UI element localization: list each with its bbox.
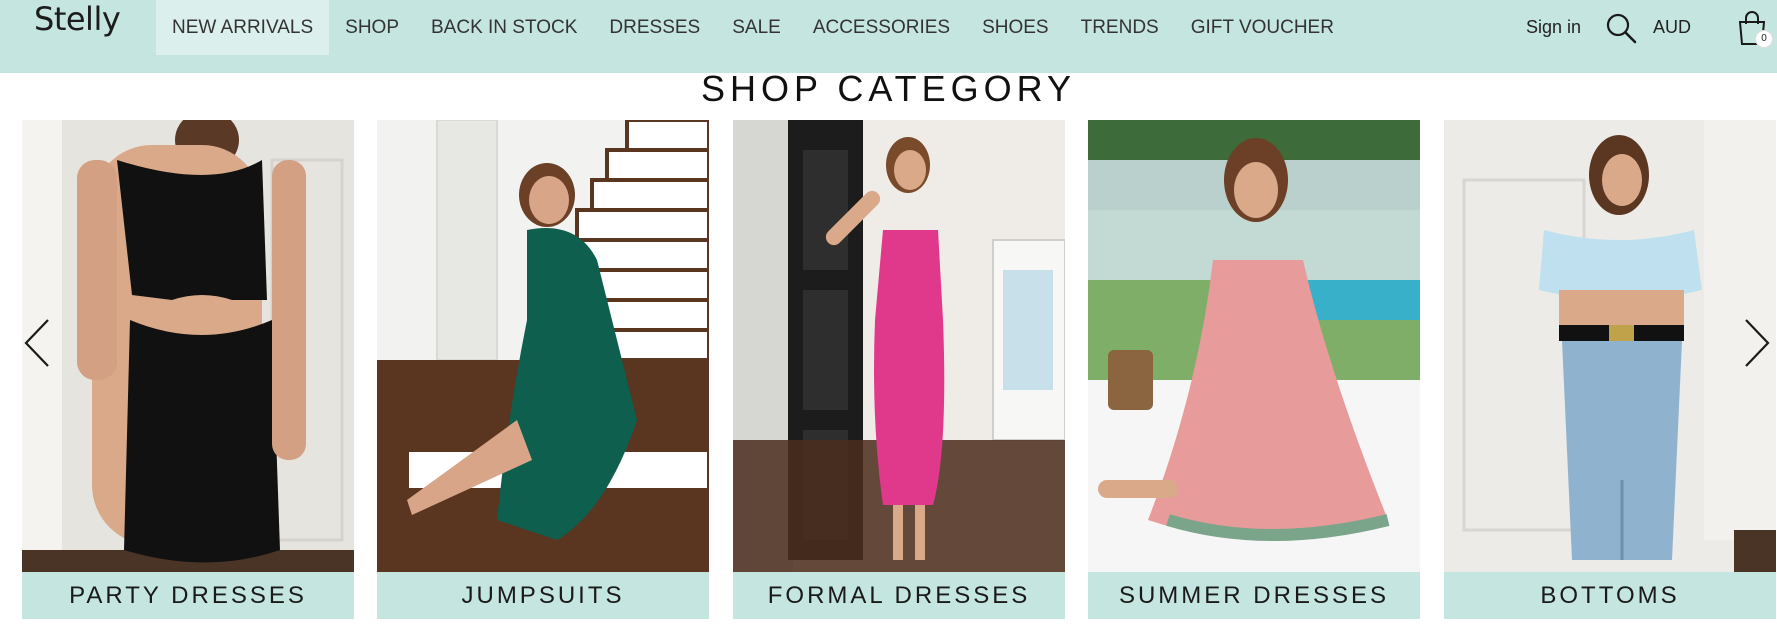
nav-item-gift-voucher[interactable]: GIFT VOUCHER (1175, 0, 1350, 55)
carousel-next-button[interactable] (1742, 318, 1772, 368)
site-header: Stelly NEW ARRIVALS SHOP BACK IN STOCK D… (0, 0, 1777, 73)
category-card-summer-dresses[interactable]: SUMMER DRESSES (1088, 120, 1420, 620)
category-carousel: PARTY DRESSES JUMPSUITS FORMAL DRESSES S… (0, 120, 1777, 620)
category-card-jumpsuits[interactable]: JUMPSUITS (377, 120, 709, 620)
category-label: SUMMER DRESSES (1088, 572, 1420, 619)
category-image (377, 120, 709, 572)
site-logo[interactable]: Stelly (34, 0, 121, 38)
chevron-left-icon (24, 319, 49, 367)
carousel-prev-button[interactable] (22, 318, 52, 368)
category-label: JUMPSUITS (377, 572, 709, 619)
category-image (1088, 120, 1420, 572)
category-label: PARTY DRESSES (22, 572, 354, 619)
nav-item-shop[interactable]: SHOP (329, 0, 415, 55)
nav-item-shoes[interactable]: SHOES (966, 0, 1065, 55)
nav-item-dresses[interactable]: DRESSES (593, 0, 716, 55)
category-image (1444, 120, 1776, 572)
nav-item-new-arrivals[interactable]: NEW ARRIVALS (156, 0, 330, 55)
nav-item-accessories[interactable]: ACCESSORIES (797, 0, 966, 55)
category-label: FORMAL DRESSES (733, 572, 1065, 619)
header-actions: Sign in AUD 0 (1526, 0, 1777, 55)
nav-item-sale[interactable]: SALE (716, 0, 797, 55)
nav-item-back-in-stock[interactable]: BACK IN STOCK (415, 0, 593, 55)
category-card-party-dresses[interactable]: PARTY DRESSES (22, 120, 354, 620)
nav-item-trends[interactable]: TRENDS (1065, 0, 1175, 55)
category-card-bottoms[interactable]: BOTTOMS (1444, 120, 1776, 620)
chevron-right-icon (1745, 319, 1770, 367)
cart-button[interactable]: 0 (1735, 10, 1773, 48)
search-icon[interactable] (1605, 12, 1637, 44)
category-card-formal-dresses[interactable]: FORMAL DRESSES (733, 120, 1065, 620)
category-image (733, 120, 1065, 572)
section-title: SHOP CATEGORY (700, 68, 1077, 109)
currency-selector[interactable]: AUD (1653, 17, 1691, 38)
cart-count-badge: 0 (1755, 29, 1773, 48)
category-label: BOTTOMS (1444, 572, 1776, 619)
main-nav: NEW ARRIVALS SHOP BACK IN STOCK DRESSES … (156, 0, 1350, 55)
sign-in-link[interactable]: Sign in (1526, 17, 1581, 38)
category-image (22, 120, 354, 572)
